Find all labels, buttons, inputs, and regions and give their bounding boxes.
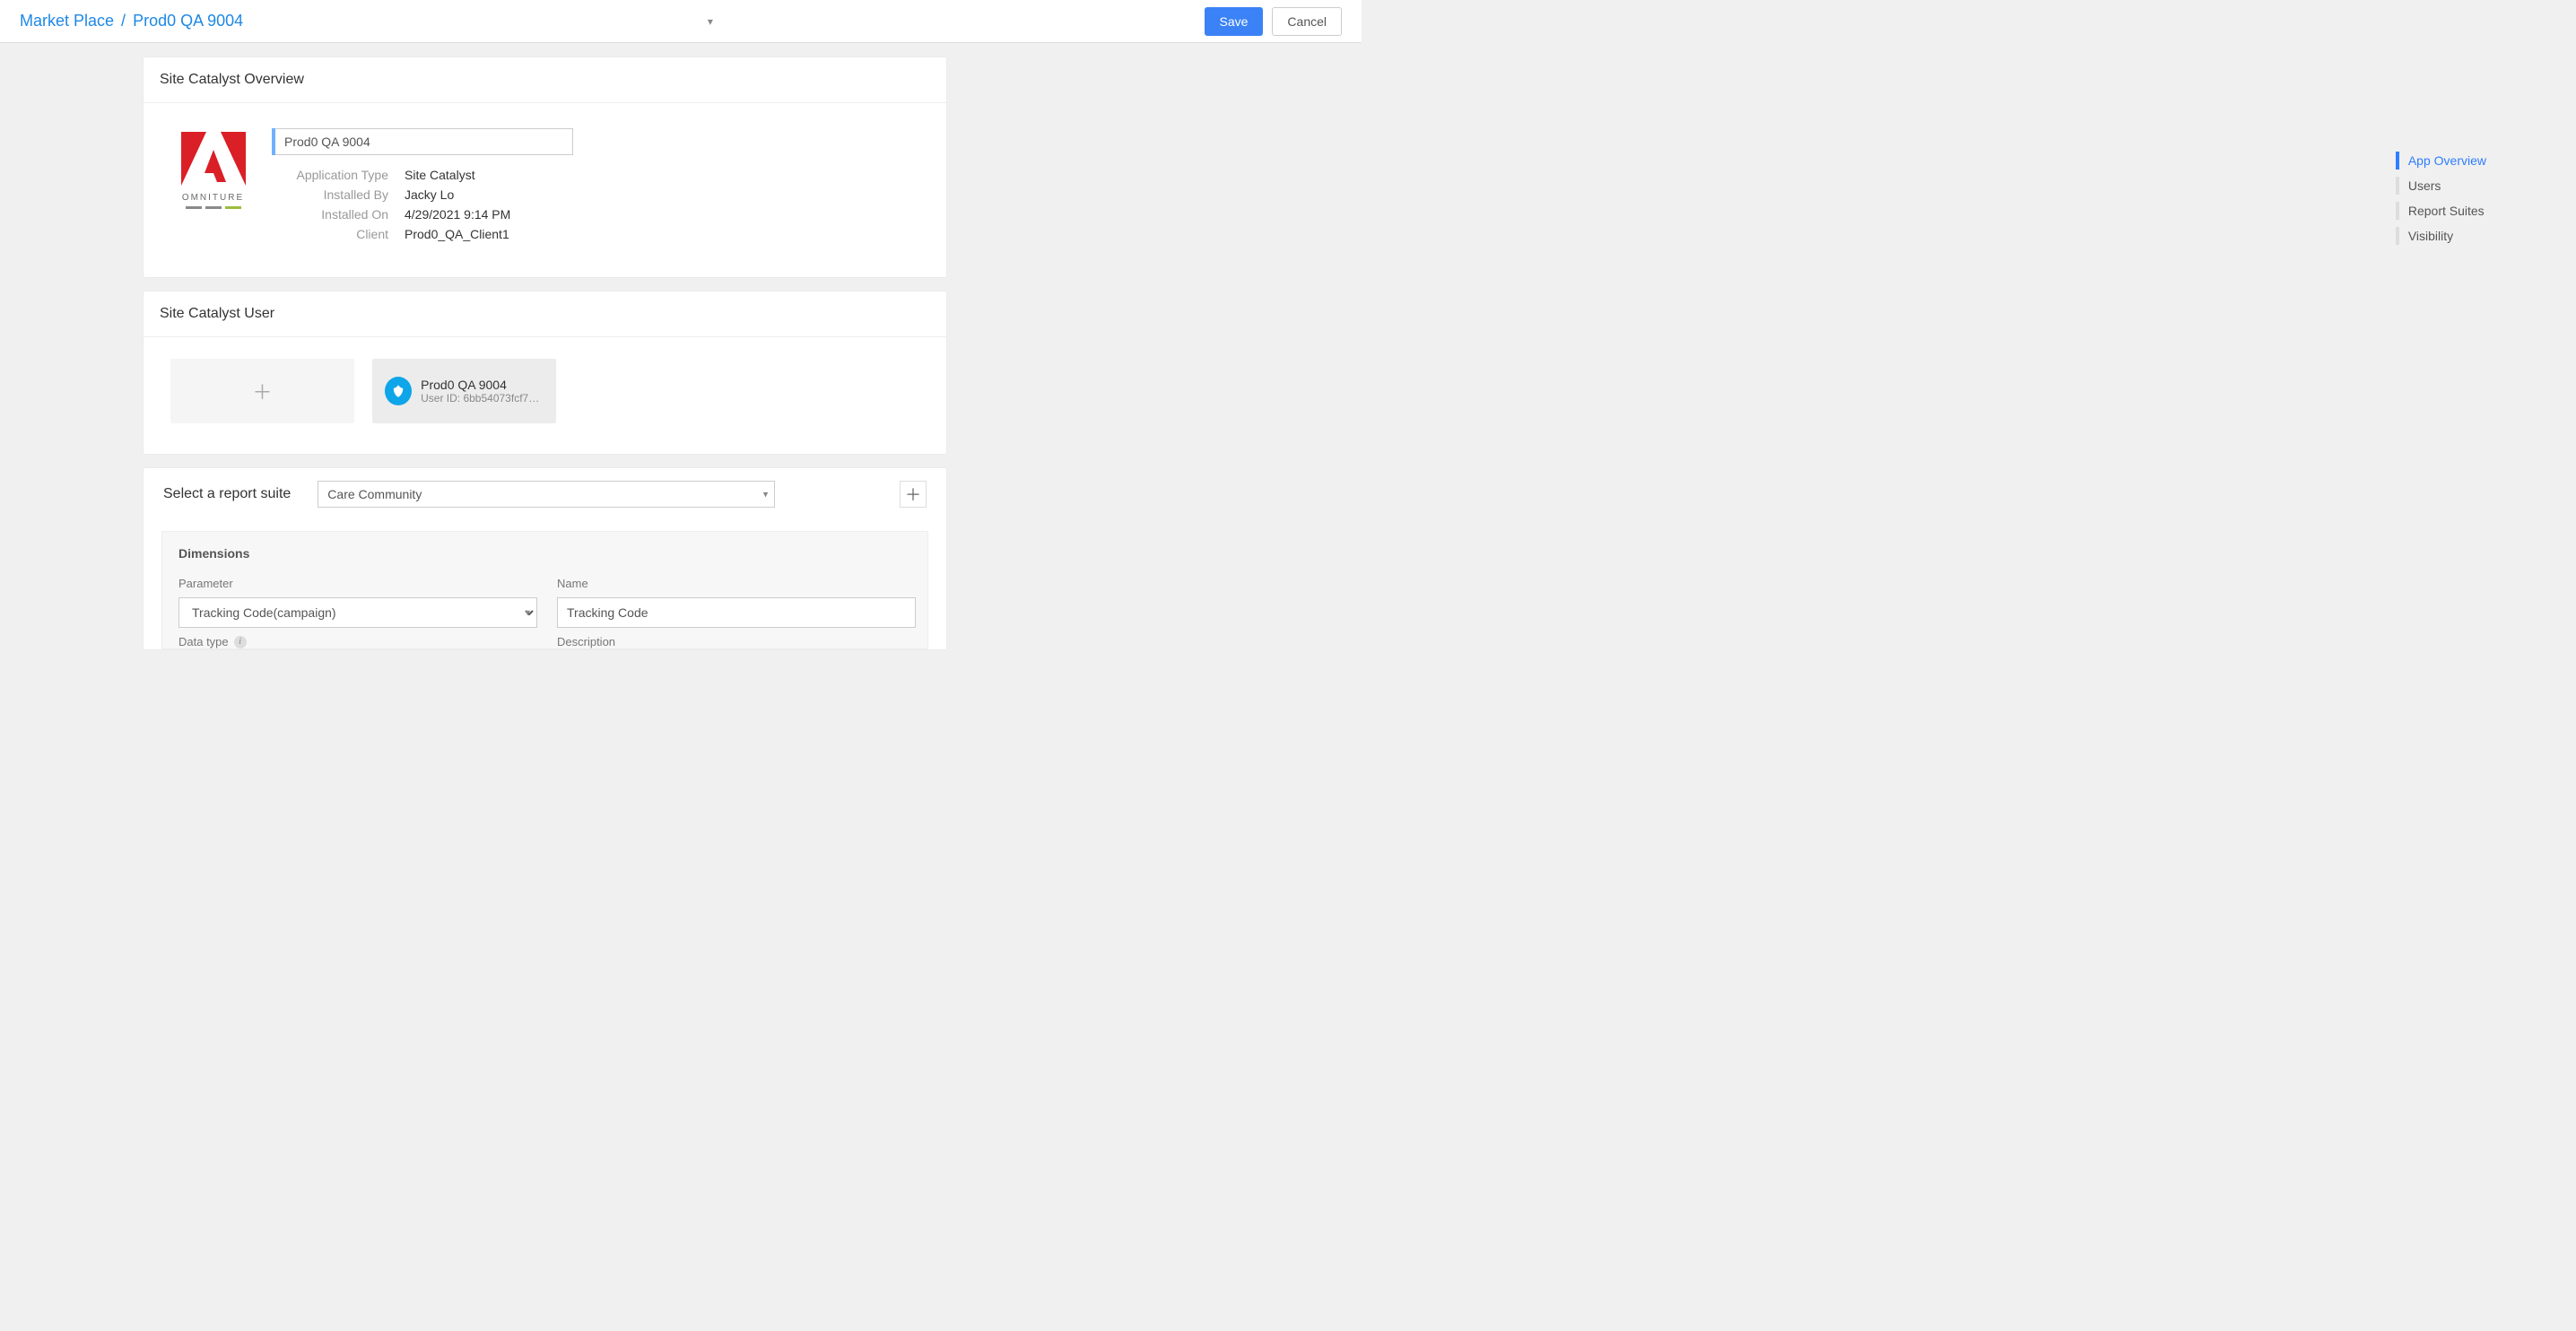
breadcrumb-root[interactable]: Market Place xyxy=(20,12,114,30)
report-suite-panel: Select a report suite Care Community ▾ ＋… xyxy=(144,468,946,649)
app-logo-text: OMNITURE xyxy=(182,193,244,203)
plus-icon: ＋ xyxy=(252,377,272,405)
installed-on-value: 4/29/2021 9:14 PM xyxy=(405,207,919,222)
top-actions: Save Cancel xyxy=(1205,7,1343,36)
breadcrumb-current[interactable]: Prod0 QA 9004 xyxy=(133,12,243,30)
app-name-input-wrap xyxy=(272,128,573,155)
app-type-value: Site Catalyst xyxy=(405,168,919,182)
installed-on-label: Installed On xyxy=(281,207,405,222)
client-label: Client xyxy=(281,227,405,241)
user-card-id: User ID: 6bb54073fcf747… xyxy=(421,392,544,405)
app-logo: OMNITURE xyxy=(170,128,256,209)
user-card-name: Prod0 QA 9004 xyxy=(421,378,544,392)
breadcrumb: Market Place / Prod0 QA 9004 xyxy=(20,12,243,30)
installed-by-value: Jacky Lo xyxy=(405,187,919,202)
nav-app-overview[interactable]: App Overview xyxy=(2396,148,2486,173)
parameter-label: Parameter xyxy=(178,577,537,590)
dimensions-box: Dimensions Parameter Name Tracking Code(… xyxy=(161,531,928,649)
nav-indicator xyxy=(2396,177,2399,195)
user-panel-title: Site Catalyst User xyxy=(144,291,946,337)
name-label: Name xyxy=(557,577,916,590)
top-dropdown-caret[interactable]: ▾ xyxy=(708,15,713,28)
app-name-input[interactable] xyxy=(275,128,573,155)
nav-users[interactable]: Users xyxy=(2396,173,2486,198)
cancel-button[interactable]: Cancel xyxy=(1272,7,1342,36)
nav-indicator xyxy=(2396,202,2399,220)
client-value: Prod0_QA_Client1 xyxy=(405,227,919,241)
datatype-label: Data type i xyxy=(178,635,537,648)
parameter-select[interactable]: Tracking Code(campaign) xyxy=(178,597,537,628)
app-type-label: Application Type xyxy=(281,168,405,182)
app-logo-underline xyxy=(186,206,241,209)
add-user-card[interactable]: ＋ xyxy=(170,359,354,423)
installed-by-label: Installed By xyxy=(281,187,405,202)
report-suite-select-wrap: Care Community ▾ xyxy=(318,481,775,508)
dimension-name-input[interactable] xyxy=(557,597,916,628)
user-card[interactable]: Prod0 QA 9004 User ID: 6bb54073fcf747… xyxy=(372,359,556,423)
report-suite-select[interactable]: Care Community xyxy=(318,481,775,508)
overview-panel: Site Catalyst Overview OMNITURE xyxy=(144,57,946,277)
save-button[interactable]: Save xyxy=(1205,7,1264,36)
description-label: Description xyxy=(557,635,916,648)
user-avatar-icon xyxy=(385,377,412,405)
dimensions-title: Dimensions xyxy=(178,546,911,561)
info-icon[interactable]: i xyxy=(234,636,247,648)
nav-visibility[interactable]: Visibility xyxy=(2396,223,2486,248)
plus-icon: ＋ xyxy=(905,483,921,506)
nav-indicator xyxy=(2396,227,2399,245)
nav-indicator xyxy=(2396,152,2399,170)
nav-report-suites[interactable]: Report Suites xyxy=(2396,198,2486,223)
side-nav: App Overview Users Report Suites Visibil… xyxy=(2396,148,2486,248)
top-bar: Market Place / Prod0 QA 9004 ▾ Save Canc… xyxy=(0,0,1362,43)
add-report-suite-button[interactable]: ＋ xyxy=(900,481,927,508)
overview-title: Site Catalyst Overview xyxy=(144,57,946,103)
user-panel: Site Catalyst User ＋ Prod0 QA 9004 User … xyxy=(144,291,946,454)
adobe-a-icon xyxy=(181,132,246,191)
breadcrumb-separator: / xyxy=(121,12,126,30)
report-suite-title: Select a report suite xyxy=(163,486,291,502)
